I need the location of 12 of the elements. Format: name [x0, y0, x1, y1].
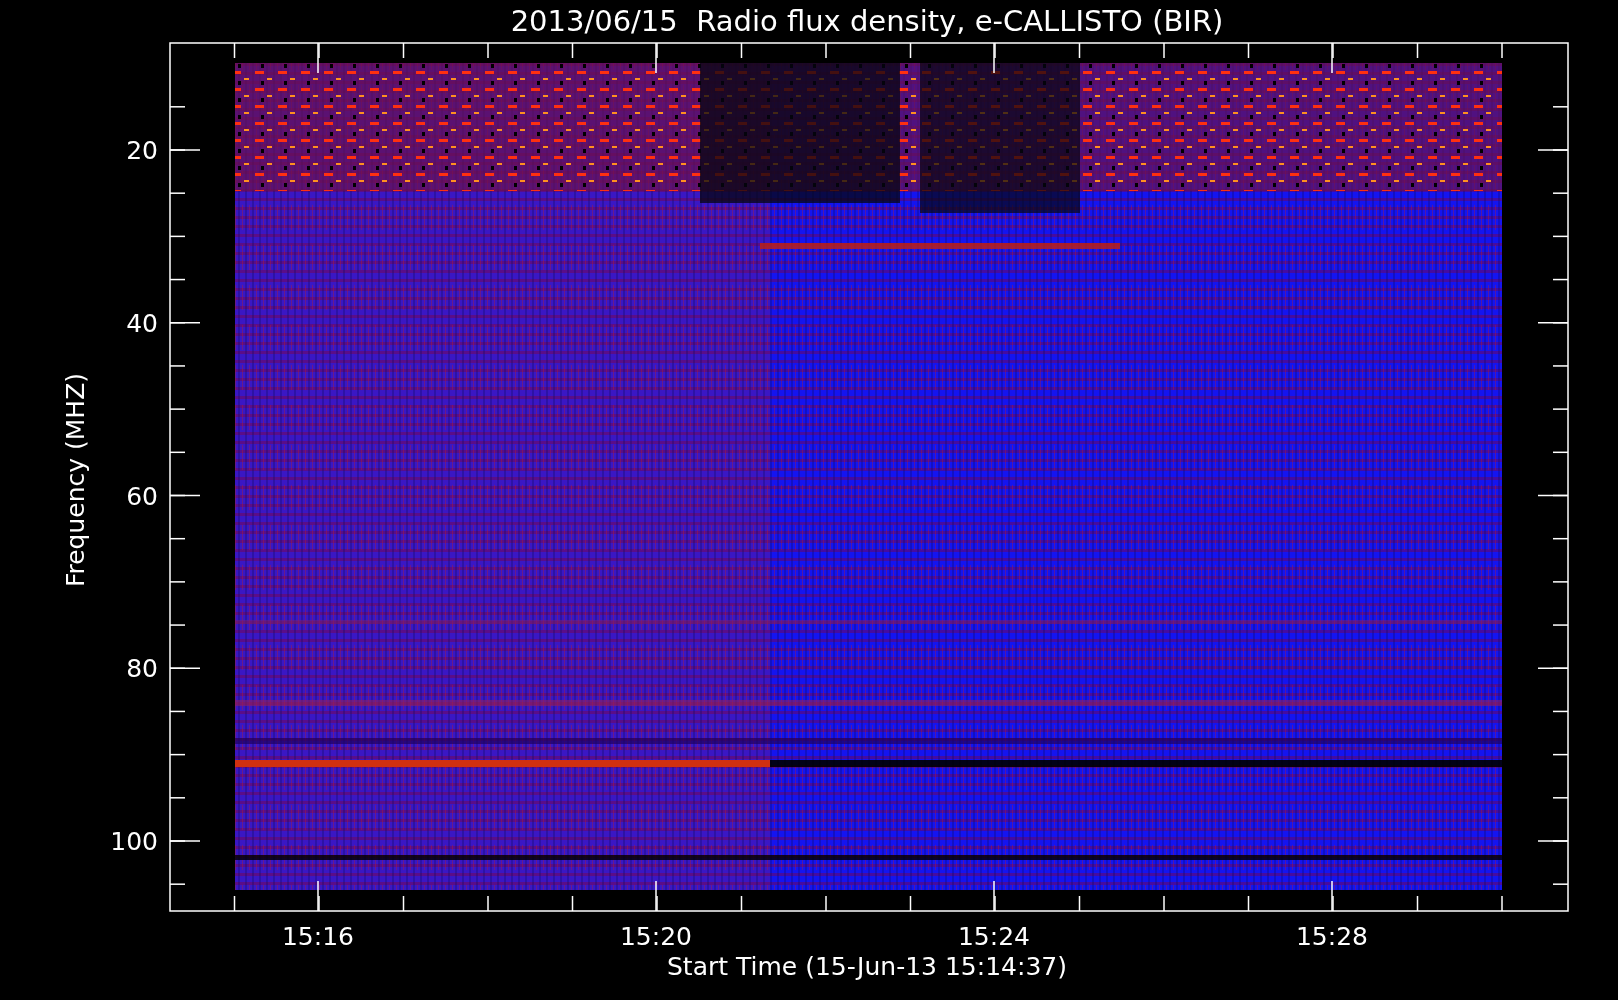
tick-label: 15:20	[620, 922, 692, 951]
tick-label: 15:24	[958, 922, 1030, 951]
tick-label: 60	[126, 481, 158, 511]
tick-label: 100	[110, 827, 158, 856]
axis-title: Frequency (MHZ)	[61, 372, 90, 588]
chart-title: 2013/06/15 Radio flux density, e-CALLISTO (BIR)	[510, 4, 1224, 38]
tick-label: 20	[126, 136, 158, 165]
tick-label: 80	[126, 654, 158, 684]
tick-label: 15:28	[1296, 922, 1368, 951]
axis-title: Start Time (15-Jun-13 15:14:37)	[667, 952, 1067, 981]
tick-label: 15:16	[282, 922, 354, 951]
tick-label: 40	[126, 308, 158, 338]
